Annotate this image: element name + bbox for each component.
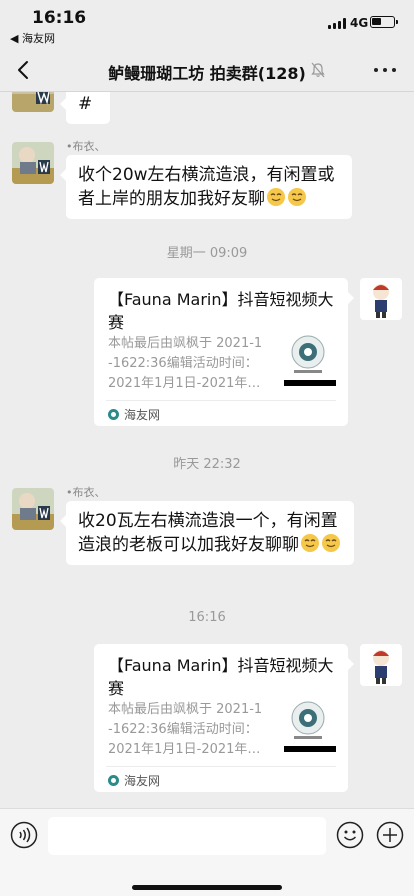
sender-name: •布衣、 bbox=[66, 486, 106, 499]
avatar[interactable] bbox=[12, 488, 54, 530]
status-bar: 16:16 ◀ 海友网 4G bbox=[0, 0, 414, 48]
message-text: # bbox=[78, 94, 93, 114]
timestamp: 昨天 22:32 bbox=[173, 457, 241, 472]
battery-icon bbox=[370, 16, 398, 28]
message-bubble[interactable]: 收20瓦左右横流造浪一个，有闲置造浪的老板可以加我好友聊聊 bbox=[60, 501, 354, 565]
card-source: 海友网 bbox=[108, 772, 160, 789]
card-title: 【Fauna Marin】抖音短视频大赛 bbox=[108, 290, 334, 332]
back-to-app-link[interactable]: ◀ 海友网 bbox=[10, 30, 55, 46]
chat-title: 鲈鳗珊瑚工坊 拍卖群(128) bbox=[108, 64, 306, 83]
source-icon bbox=[108, 409, 119, 420]
timestamp: 16:16 bbox=[188, 610, 226, 625]
avatar[interactable] bbox=[12, 92, 54, 112]
message-bubble[interactable]: 收个20w左右横流造浪，有闲置或者上岸的朋友加我好友聊 bbox=[60, 155, 352, 219]
plus-icon[interactable] bbox=[376, 821, 404, 849]
card-thumbnail bbox=[284, 696, 336, 754]
message-text: 收20瓦左右横流造浪一个，有闲置造浪的老板可以加我好友聊聊 bbox=[78, 511, 338, 555]
card-thumbnail bbox=[284, 330, 336, 388]
card-description: 本帖最后由飒枫于 2021-1 -1622:36编辑活动时间： 2021年1月1… bbox=[108, 336, 263, 391]
card-description: 本帖最后由飒枫于 2021-1 -1622:36编辑活动时间： 2021年1月1… bbox=[108, 702, 263, 757]
source-icon bbox=[108, 775, 119, 786]
voice-icon[interactable] bbox=[10, 821, 38, 849]
status-time: 16:16 bbox=[32, 8, 87, 28]
message-bubble[interactable]: # bbox=[60, 92, 110, 124]
sender-name: •布衣、 bbox=[66, 140, 106, 153]
link-card[interactable]: 【Fauna Marin】抖音短视频大赛 本帖最后由飒枫于 2021-1 -16… bbox=[94, 644, 354, 792]
divider bbox=[106, 766, 336, 767]
input-bar bbox=[0, 808, 414, 896]
emoji-icon bbox=[322, 534, 340, 552]
avatar[interactable] bbox=[360, 278, 402, 320]
card-title: 【Fauna Marin】抖音短视频大赛 bbox=[108, 656, 334, 698]
divider bbox=[106, 400, 336, 401]
link-card[interactable]: 【Fauna Marin】抖音短视频大赛 本帖最后由飒枫于 2021-1 -16… bbox=[94, 278, 354, 426]
home-indicator[interactable] bbox=[132, 885, 282, 890]
card-source: 海友网 bbox=[108, 406, 160, 423]
signal-icon bbox=[328, 18, 346, 29]
emoji-icon bbox=[267, 188, 285, 206]
chat-header: 鲈鳗珊瑚工坊 拍卖群(128) bbox=[0, 48, 414, 92]
avatar[interactable] bbox=[12, 142, 54, 184]
emoji-icon bbox=[301, 534, 319, 552]
message-input[interactable] bbox=[48, 817, 326, 855]
emoji-icon[interactable] bbox=[336, 821, 364, 849]
timestamp: 星期一 09:09 bbox=[166, 246, 248, 261]
more-icon[interactable] bbox=[374, 66, 396, 74]
network-type: 4G bbox=[350, 16, 369, 30]
emoji-icon bbox=[288, 188, 306, 206]
avatar[interactable] bbox=[360, 644, 402, 686]
message-list[interactable]: # •布衣、 收个20w左右横流造浪，有闲置或者上岸的朋友加我好友聊 星期一 0… bbox=[0, 92, 414, 808]
mute-icon bbox=[311, 62, 325, 78]
